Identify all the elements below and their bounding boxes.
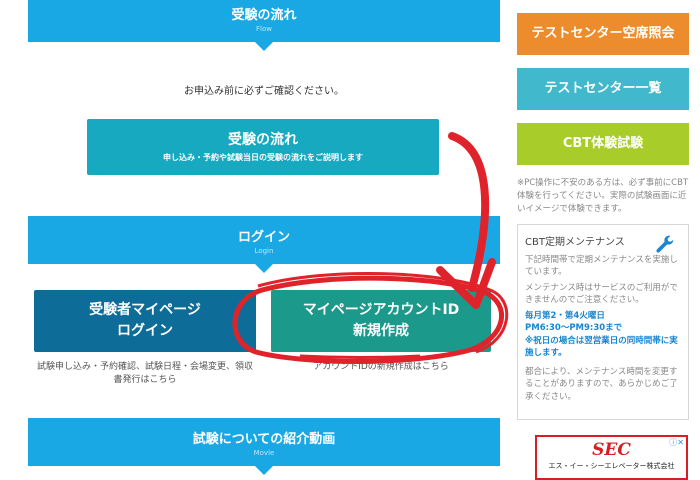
test-center-vacancy-button[interactable]: テストセンター空席照会 <box>517 13 689 55</box>
movie-banner-title: 試験についての紹介動画 <box>192 432 336 447</box>
new-account-caption: アカウントIDの新規作成はこちら <box>313 362 449 372</box>
flow-button-title: 受験の流れ <box>228 132 298 148</box>
movie-section-banner: 試験についての紹介動画 Movie <box>28 418 500 475</box>
movie-banner-subtitle: Movie <box>253 449 275 457</box>
login-banner-title: ログイン <box>237 230 290 245</box>
mypage-caption: 試験申し込み・予約確認、試験日程・会場変更、領収書発行はこちら <box>36 362 253 385</box>
flow-button[interactable]: 受験の流れ 申し込み・予約や試験当日の受験の流れをご説明します <box>87 119 439 175</box>
new-account-button-line2: 新規作成 <box>353 323 409 339</box>
maintenance-schedule-time: PM6:30～PM9:30まで <box>525 323 623 333</box>
annotation-arrow <box>448 132 490 292</box>
ad-logo: SEC <box>592 440 631 460</box>
banner-arrow <box>254 465 274 475</box>
mypage-login-button[interactable]: 受験者マイページ ログイン <box>34 290 256 352</box>
flow-banner-title: 受験の流れ <box>231 8 297 23</box>
banner-arrow <box>254 263 274 273</box>
maintenance-text-2: メンテナンス時はサービスのご利用ができませんのでご注意ください。 <box>525 282 678 306</box>
ad-company-name: エス・イー・シーエレベーター株式会社 <box>548 462 675 470</box>
flow-button-subtitle: 申し込み・予約や試験当日の受験の流れをご説明します <box>163 153 363 162</box>
flow-banner-subtitle: Flow <box>256 25 272 33</box>
banner-arrow <box>254 41 274 51</box>
wrench-icon <box>654 235 676 262</box>
login-section-banner: ログイン Login <box>28 216 500 273</box>
new-account-button[interactable]: マイページアカウントID 新規作成 <box>271 290 491 352</box>
new-account-button-line1: マイページアカウントID <box>302 302 460 318</box>
test-center-list-button[interactable]: テストセンター一覧 <box>517 68 689 110</box>
login-banner-subtitle: Login <box>254 247 274 255</box>
maintenance-text-3: 都合により、メンテナンス時間を変更することがありますので、あらかじめご了承くださ… <box>525 366 678 402</box>
cbt-note: ※PC操作に不安のある方は、必ず事前にCBT体験を行ってください。実際の試験画面… <box>517 178 689 214</box>
advertisement-banner[interactable]: ⓘ✕ SEC エス・イー・シーエレベーター株式会社 <box>535 435 688 480</box>
adchoices-icon[interactable]: ⓘ✕ <box>669 437 684 448</box>
maintenance-schedule-day: 毎月第2・第4火曜日 <box>525 310 605 321</box>
flow-note: お申込み前に必ずご確認ください。 <box>184 86 344 97</box>
maintenance-box: CBT定期メンテナンス 下記時間帯で定期メンテナンスを実施しています。 メンテナ… <box>517 224 689 420</box>
cbt-trial-button[interactable]: CBT体験試験 <box>517 123 689 165</box>
maintenance-holiday-note: ※祝日の場合は翌営業日の同時間帯に実施します。 <box>525 335 678 359</box>
mypage-button-line2: ログイン <box>117 323 173 339</box>
flow-section-banner: 受験の流れ Flow <box>28 0 500 51</box>
mypage-button-line1: 受験者マイページ <box>89 302 201 318</box>
